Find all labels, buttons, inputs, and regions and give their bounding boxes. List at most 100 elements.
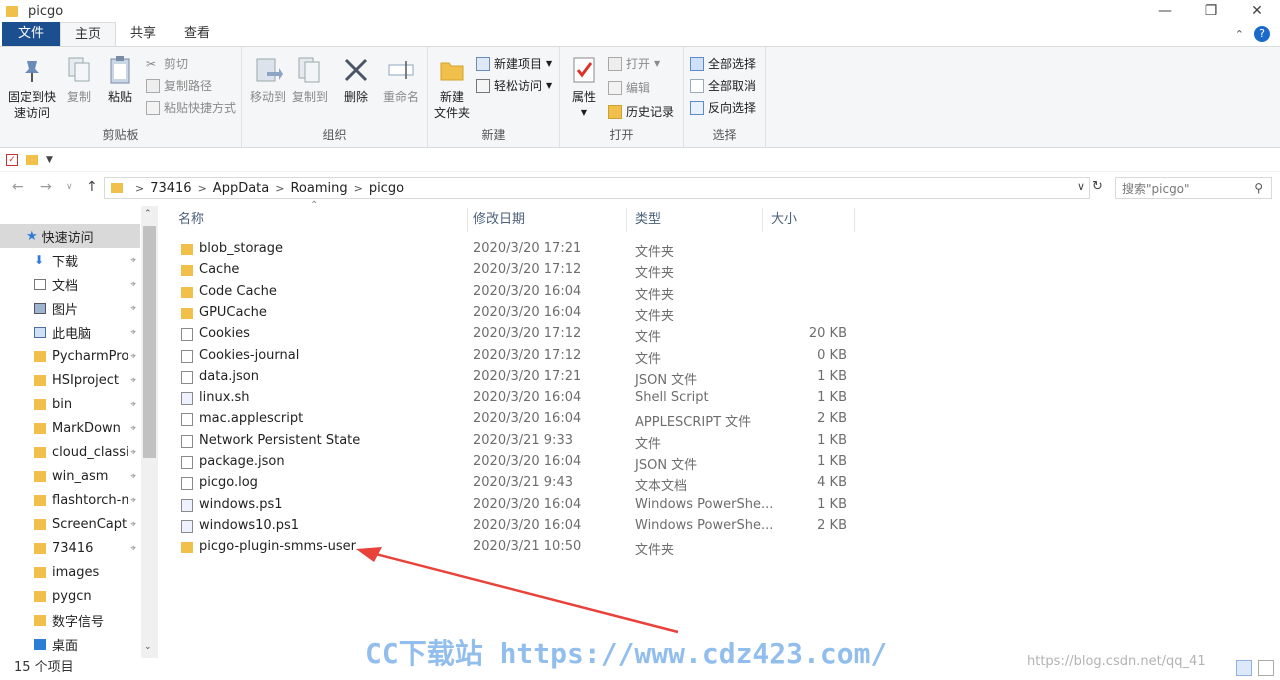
file-row[interactable]: package.json 2020/3/20 16:04 JSON 文件 1 KB — [160, 452, 860, 473]
sidebar-item[interactable]: bin ⌖ — [0, 392, 140, 416]
chevron-right-icon[interactable]: > — [275, 182, 284, 195]
column-header-modified[interactable]: 修改日期 — [465, 208, 627, 232]
pin-icon[interactable]: ⌖ — [130, 279, 136, 290]
sidebar-item[interactable]: PycharmProj ⌖ — [0, 344, 140, 368]
chevron-right-icon[interactable]: > — [135, 182, 144, 195]
chevron-right-icon[interactable]: > — [198, 182, 207, 195]
select-none-button[interactable]: 全部取消 — [690, 77, 756, 94]
close-button[interactable]: ✕ — [1234, 0, 1280, 22]
pin-icon[interactable]: ⌖ — [130, 375, 136, 386]
file-row[interactable]: mac.applescript 2020/3/20 16:04 APPLESCRIP… — [160, 409, 860, 430]
copy-to-button[interactable]: 复制到 — [290, 53, 330, 105]
pin-icon[interactable]: ⌖ — [130, 519, 136, 530]
tab-share[interactable]: 共享 — [116, 22, 170, 46]
recent-locations-icon[interactable]: ∨ — [66, 182, 73, 192]
sidebar-item[interactable]: win_asm ⌖ — [0, 464, 140, 488]
paste-shortcut-button[interactable]: 粘贴快捷方式 — [146, 99, 236, 116]
cut-button[interactable]: ✂ 剪切 — [146, 55, 188, 72]
history-button[interactable]: 历史记录 — [608, 103, 674, 120]
file-row[interactable]: picgo.log 2020/3/21 9:43 文本文档 4 KB — [160, 473, 860, 494]
forward-arrow-icon[interactable]: → — [40, 179, 52, 195]
sidebar-item[interactable]: flashtorch-m ⌖ — [0, 488, 140, 512]
sidebar-item[interactable]: 73416 ⌖ — [0, 536, 140, 560]
breadcrumb-73416[interactable]: 73416 — [150, 181, 191, 196]
file-row[interactable]: windows10.ps1 2020/3/20 16:04 Windows Powe… — [160, 516, 860, 537]
new-folder-button[interactable]: 新建 文件夹 — [432, 53, 472, 121]
help-icon[interactable]: ? — [1254, 26, 1270, 42]
sidebar-item[interactable]: pygcn — [0, 584, 140, 608]
file-row[interactable]: blob_storage 2020/3/20 17:21 文件夹 — [160, 239, 860, 260]
address-bar[interactable]: > 73416 > AppData > Roaming > picgo ∨ — [104, 177, 1090, 199]
sidebar-item[interactable]: 图片 ⌖ — [0, 296, 140, 320]
file-row[interactable]: linux.sh 2020/3/20 16:04 Shell Script 1 KB — [160, 388, 860, 409]
pin-icon[interactable]: ⌖ — [130, 303, 136, 314]
rename-button[interactable]: 重命名 — [380, 53, 422, 105]
sidebar-item[interactable]: ScreenCaptu ⌖ — [0, 512, 140, 536]
file-row[interactable]: Cookies-journal 2020/3/20 17:12 文件 0 KB — [160, 346, 860, 367]
sidebar-item[interactable]: 此电脑 ⌖ — [0, 320, 140, 344]
sidebar-item[interactable]: 文档 ⌖ — [0, 272, 140, 296]
file-row[interactable]: data.json 2020/3/20 17:21 JSON 文件 1 KB — [160, 367, 860, 388]
sidebar-item[interactable]: HSIproject ⌖ — [0, 368, 140, 392]
sidebar-item[interactable]: 数字信号 — [0, 608, 140, 632]
file-row[interactable]: picgo-plugin-smms-user 2020/3/21 10:50 文件夹 — [160, 537, 860, 558]
refresh-icon[interactable]: ↻ — [1092, 179, 1103, 194]
copy-button[interactable]: 复制 — [62, 53, 96, 105]
file-row[interactable]: windows.ps1 2020/3/20 16:04 Windows PowerS… — [160, 495, 860, 516]
search-icon[interactable]: ⚲ — [1254, 181, 1263, 195]
minimize-button[interactable]: — — [1142, 0, 1188, 22]
breadcrumb-roaming[interactable]: Roaming — [290, 181, 347, 196]
sidebar-item[interactable]: images — [0, 560, 140, 584]
invert-selection-button[interactable]: 反向选择 — [690, 99, 756, 116]
new-folder-icon[interactable] — [26, 154, 38, 165]
tab-view[interactable]: 查看 — [170, 22, 224, 46]
sidebar-item-quick-access[interactable]: ★ 快速访问 — [0, 224, 140, 248]
search-input[interactable]: 搜索"picgo" ⚲ — [1115, 177, 1272, 199]
sidebar-scrollbar[interactable]: ⌃ ⌄ — [141, 206, 158, 658]
file-row[interactable]: GPUCache 2020/3/20 16:04 文件夹 — [160, 303, 860, 324]
sidebar-item[interactable]: 桌面 — [0, 632, 140, 656]
pin-icon[interactable]: ⌖ — [130, 423, 136, 434]
details-view-icon[interactable] — [1236, 660, 1252, 676]
move-to-button[interactable]: 移动到 — [248, 53, 288, 105]
customize-toolbar-icon[interactable]: ▼ — [46, 155, 53, 165]
large-icons-view-icon[interactable] — [1258, 660, 1274, 676]
up-arrow-icon[interactable]: ↑ — [86, 179, 98, 195]
pin-icon[interactable]: ⌖ — [130, 471, 136, 482]
column-header-name[interactable]: 名称 — [170, 208, 468, 232]
open-button[interactable]: 打开 ▼ — [608, 55, 660, 72]
pin-icon[interactable]: ⌖ — [130, 327, 136, 338]
select-all-button[interactable]: 全部选择 — [690, 55, 756, 72]
scroll-down-icon[interactable]: ⌄ — [144, 642, 152, 652]
file-row[interactable]: Network Persistent State 2020/3/21 9:33 文件… — [160, 431, 860, 452]
file-row[interactable]: Cache 2020/3/20 17:12 文件夹 — [160, 260, 860, 281]
pin-icon[interactable]: ⌖ — [130, 495, 136, 506]
pin-icon[interactable]: ⌖ — [130, 255, 136, 266]
tab-file[interactable]: 文件 — [2, 22, 61, 46]
sidebar-item[interactable]: MarkDown ⌖ — [0, 416, 140, 440]
pin-to-quick-access-button[interactable]: 固定到快 速访问 — [4, 53, 60, 121]
pin-icon[interactable]: ⌖ — [130, 399, 136, 410]
pin-icon[interactable]: ⌖ — [130, 543, 136, 554]
scroll-up-icon[interactable]: ⌃ — [144, 209, 152, 219]
delete-button[interactable]: 删除 — [338, 53, 374, 105]
column-header-type[interactable]: 类型 — [627, 208, 763, 232]
pin-icon[interactable]: ⌖ — [130, 351, 136, 362]
pin-icon[interactable]: ⌖ — [130, 447, 136, 458]
properties-button[interactable]: 属性 ▼ — [564, 53, 604, 121]
chevron-right-icon[interactable]: > — [354, 182, 363, 195]
tab-home[interactable]: 主页 — [60, 22, 117, 46]
chevron-down-icon[interactable]: ∨ — [1077, 180, 1085, 193]
sidebar-item[interactable]: cloud_classif ⌖ — [0, 440, 140, 464]
paste-button[interactable]: 粘贴 — [102, 53, 138, 105]
sidebar-item[interactable]: ⬇ 下载 ⌖ — [0, 248, 140, 272]
collapse-ribbon-icon[interactable]: ⌃ — [1235, 28, 1244, 41]
properties-icon[interactable]: ✓ — [6, 153, 18, 166]
breadcrumb-appdata[interactable]: AppData — [213, 181, 269, 196]
edit-button[interactable]: 编辑 — [608, 79, 650, 96]
maximize-button[interactable]: ❐ — [1188, 0, 1234, 22]
file-row[interactable]: Cookies 2020/3/20 17:12 文件 20 KB — [160, 324, 860, 345]
breadcrumb-picgo[interactable]: picgo — [369, 181, 404, 196]
scrollbar-thumb[interactable] — [143, 226, 156, 458]
copy-path-button[interactable]: 复制路径 — [146, 77, 212, 94]
